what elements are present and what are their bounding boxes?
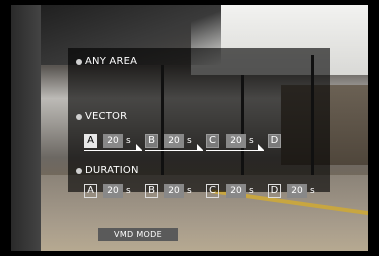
duration-point-c[interactable]: C xyxy=(206,184,219,198)
vector-a-unit: s xyxy=(126,136,131,146)
vector-point-b[interactable]: B xyxy=(145,134,158,148)
duration-c-seconds[interactable]: 20 xyxy=(226,184,246,198)
duration-d-unit: s xyxy=(310,186,315,196)
vector-b-connector xyxy=(145,150,203,151)
duration-d-seconds[interactable]: 20 xyxy=(287,184,307,198)
vector-b-seconds[interactable]: 20 xyxy=(164,134,184,148)
duration-a-unit: s xyxy=(126,186,131,196)
duration-b-seconds[interactable]: 20 xyxy=(164,184,184,198)
bullet-icon xyxy=(76,114,82,120)
bullet-icon xyxy=(76,59,82,65)
vector-c-connector xyxy=(206,150,264,151)
menu-any-area[interactable]: ANY AREA xyxy=(85,56,137,67)
duration-b-unit: s xyxy=(187,186,192,196)
menu-vector[interactable]: VECTOR xyxy=(85,111,127,122)
arrow-right-icon xyxy=(197,144,203,150)
duration-c-unit: s xyxy=(249,186,254,196)
bullet-icon xyxy=(76,168,82,174)
vmd-mode-button[interactable]: VMD MODE xyxy=(98,228,178,241)
vector-b-unit: s xyxy=(187,136,192,146)
duration-a-seconds[interactable]: 20 xyxy=(103,184,123,198)
duration-point-a[interactable]: A xyxy=(84,184,97,198)
duration-point-b[interactable]: B xyxy=(145,184,158,198)
arrow-right-icon xyxy=(136,144,142,150)
vector-point-d[interactable]: D xyxy=(268,134,281,148)
vector-a-seconds[interactable]: 20 xyxy=(103,134,123,148)
vector-c-unit: s xyxy=(249,136,254,146)
station-pillar xyxy=(11,5,41,251)
vector-a-connector xyxy=(84,150,142,151)
vector-point-a[interactable]: A xyxy=(84,134,97,148)
vector-point-c[interactable]: C xyxy=(206,134,219,148)
duration-point-d[interactable]: D xyxy=(268,184,281,198)
vector-c-seconds[interactable]: 20 xyxy=(226,134,246,148)
arrow-right-icon xyxy=(258,144,264,150)
menu-duration[interactable]: DURATION xyxy=(85,165,139,176)
